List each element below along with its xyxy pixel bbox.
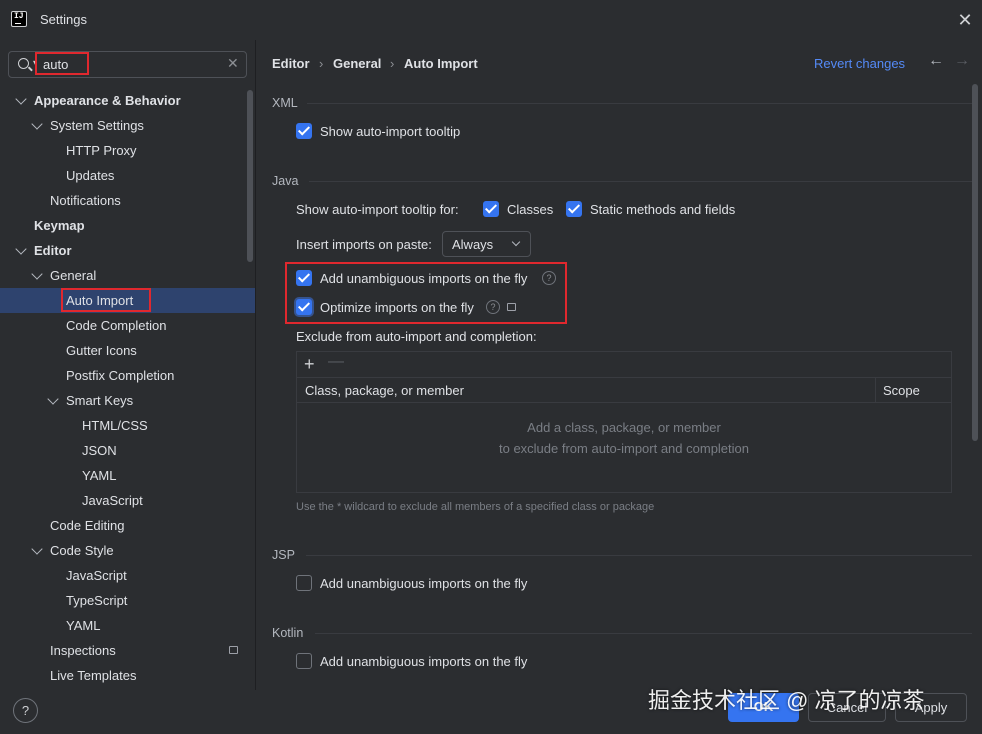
tree-keymap[interactable]: Keymap xyxy=(0,213,255,238)
tree-general[interactable]: General xyxy=(0,263,255,288)
column-header-scope[interactable]: Scope xyxy=(883,383,920,398)
content-scrollbar[interactable] xyxy=(972,84,978,441)
section-jsp: JSP xyxy=(272,548,295,562)
java-optimize-checkbox[interactable] xyxy=(296,299,312,315)
add-icon[interactable]: + xyxy=(304,354,315,375)
breadcrumb-separator: › xyxy=(319,56,324,71)
project-scope-icon xyxy=(507,303,516,311)
help-icon[interactable]: ? xyxy=(13,698,38,723)
tree-code-style-yaml[interactable]: YAML xyxy=(0,613,255,638)
tree-json[interactable]: JSON xyxy=(0,438,255,463)
tree-updates[interactable]: Updates xyxy=(0,163,255,188)
intellij-logo-icon: IJ xyxy=(11,11,27,27)
revert-changes-link[interactable]: Revert changes xyxy=(814,56,905,71)
insert-imports-select[interactable]: Always xyxy=(442,231,531,257)
java-static-methods-label[interactable]: Static methods and fields xyxy=(590,202,735,217)
xml-show-tooltip-label[interactable]: Show auto-import tooltip xyxy=(320,124,460,139)
forward-arrow-icon[interactable]: → xyxy=(954,52,970,70)
tree-yaml[interactable]: YAML xyxy=(0,463,255,488)
title-bar: IJ Settings ✕ xyxy=(0,0,982,40)
tree-system-settings[interactable]: System Settings xyxy=(0,113,255,138)
section-java: Java xyxy=(272,174,299,188)
java-classes-checkbox[interactable] xyxy=(483,201,499,217)
java-add-unambiguous-label[interactable]: Add unambiguous imports on the fly xyxy=(320,271,527,286)
breadcrumb-auto-import: Auto Import xyxy=(404,56,478,71)
tree-notifications[interactable]: Notifications xyxy=(0,188,255,213)
watermark: 掘金技术社区 @ 凉了的凉茶 xyxy=(648,688,925,713)
chevron-down-icon[interactable] xyxy=(31,268,43,280)
chevron-down-icon[interactable] xyxy=(15,93,27,105)
section-divider xyxy=(309,181,972,182)
jsp-add-unambiguous-label[interactable]: Add unambiguous imports on the fly xyxy=(320,576,527,591)
java-static-methods-checkbox[interactable] xyxy=(566,201,582,217)
back-arrow-icon[interactable]: ← xyxy=(928,52,944,70)
chevron-down-icon xyxy=(511,237,521,247)
settings-content-panel: Editor › General › Auto Import Revert ch… xyxy=(257,40,982,690)
exclude-table: + — Class, package, or member Scope Add … xyxy=(296,351,952,493)
java-tooltip-for-label: Show auto-import tooltip for: xyxy=(296,202,459,217)
xml-show-tooltip-checkbox[interactable] xyxy=(296,123,312,139)
tree-code-style[interactable]: Code Style xyxy=(0,538,255,563)
empty-state-line2: to exclude from auto-import and completi… xyxy=(498,441,749,456)
project-scope-icon xyxy=(229,646,238,654)
tree-code-style-typescript[interactable]: TypeScript xyxy=(0,588,255,613)
search-input[interactable]: ▾ auto ✕ xyxy=(8,51,247,78)
remove-icon[interactable]: — xyxy=(328,353,344,371)
kotlin-add-unambiguous-label[interactable]: Add unambiguous imports on the fly xyxy=(320,654,527,669)
column-divider xyxy=(875,378,876,402)
tree-code-style-javascript[interactable]: JavaScript xyxy=(0,563,255,588)
wildcard-hint: Use the * wildcard to exclude all member… xyxy=(296,501,655,513)
java-optimize-label[interactable]: Optimize imports on the fly xyxy=(320,300,474,315)
jsp-add-unambiguous-checkbox[interactable] xyxy=(296,575,312,591)
insert-imports-label: Insert imports on paste: xyxy=(296,237,432,252)
search-value[interactable]: auto xyxy=(43,57,68,72)
tree-gutter-icons[interactable]: Gutter Icons xyxy=(0,338,255,363)
close-icon[interactable]: ✕ xyxy=(955,10,975,30)
breadcrumb-editor[interactable]: Editor xyxy=(272,56,310,71)
chevron-down-icon[interactable] xyxy=(15,243,27,255)
tree-editor[interactable]: Editor xyxy=(0,238,255,263)
chevron-down-icon[interactable] xyxy=(31,118,43,130)
tree-inspections[interactable]: Inspections xyxy=(0,638,255,663)
window-title: Settings xyxy=(40,12,87,27)
tree-live-templates[interactable]: Live Templates xyxy=(0,663,255,688)
breadcrumb-separator: › xyxy=(390,56,395,71)
tree-appearance-behavior[interactable]: Appearance & Behavior xyxy=(0,88,255,113)
help-question-icon[interactable]: ? xyxy=(542,271,556,285)
settings-tree-panel: ▾ auto ✕ Appearance & Behavior System Se… xyxy=(0,40,256,690)
tree-smart-keys[interactable]: Smart Keys xyxy=(0,388,255,413)
clear-search-icon[interactable]: ✕ xyxy=(227,55,239,72)
chevron-down-icon[interactable] xyxy=(47,393,59,405)
breadcrumb-general[interactable]: General xyxy=(333,56,381,71)
tree-auto-import[interactable]: Auto Import xyxy=(0,288,255,313)
tree-html-css[interactable]: HTML/CSS xyxy=(0,413,255,438)
tree-scrollbar[interactable] xyxy=(247,90,253,262)
empty-state-line1: Add a class, package, or member xyxy=(527,420,721,435)
exclude-table-header: Class, package, or member Scope xyxy=(297,377,951,403)
java-add-unambiguous-checkbox[interactable] xyxy=(296,270,312,286)
search-icon xyxy=(18,58,29,69)
section-kotlin: Kotlin xyxy=(272,626,304,640)
help-question-icon[interactable]: ? xyxy=(486,300,500,314)
chevron-down-icon[interactable] xyxy=(31,543,43,555)
insert-imports-value: Always xyxy=(452,237,494,252)
section-divider xyxy=(307,103,972,104)
section-divider xyxy=(306,555,972,556)
section-xml: XML xyxy=(272,96,298,110)
search-options-chevron-icon[interactable]: ▾ xyxy=(33,58,37,67)
tree-http-proxy[interactable]: HTTP Proxy xyxy=(0,138,255,163)
tree-javascript[interactable]: JavaScript xyxy=(0,488,255,513)
column-header-class[interactable]: Class, package, or member xyxy=(305,383,464,398)
section-divider xyxy=(315,633,972,634)
java-classes-label[interactable]: Classes xyxy=(507,202,553,217)
tree-postfix-completion[interactable]: Postfix Completion xyxy=(0,363,255,388)
kotlin-add-unambiguous-checkbox[interactable] xyxy=(296,653,312,669)
tree-code-editing[interactable]: Code Editing xyxy=(0,513,255,538)
tree-code-completion[interactable]: Code Completion xyxy=(0,313,255,338)
exclude-label: Exclude from auto-import and completion: xyxy=(296,329,537,344)
